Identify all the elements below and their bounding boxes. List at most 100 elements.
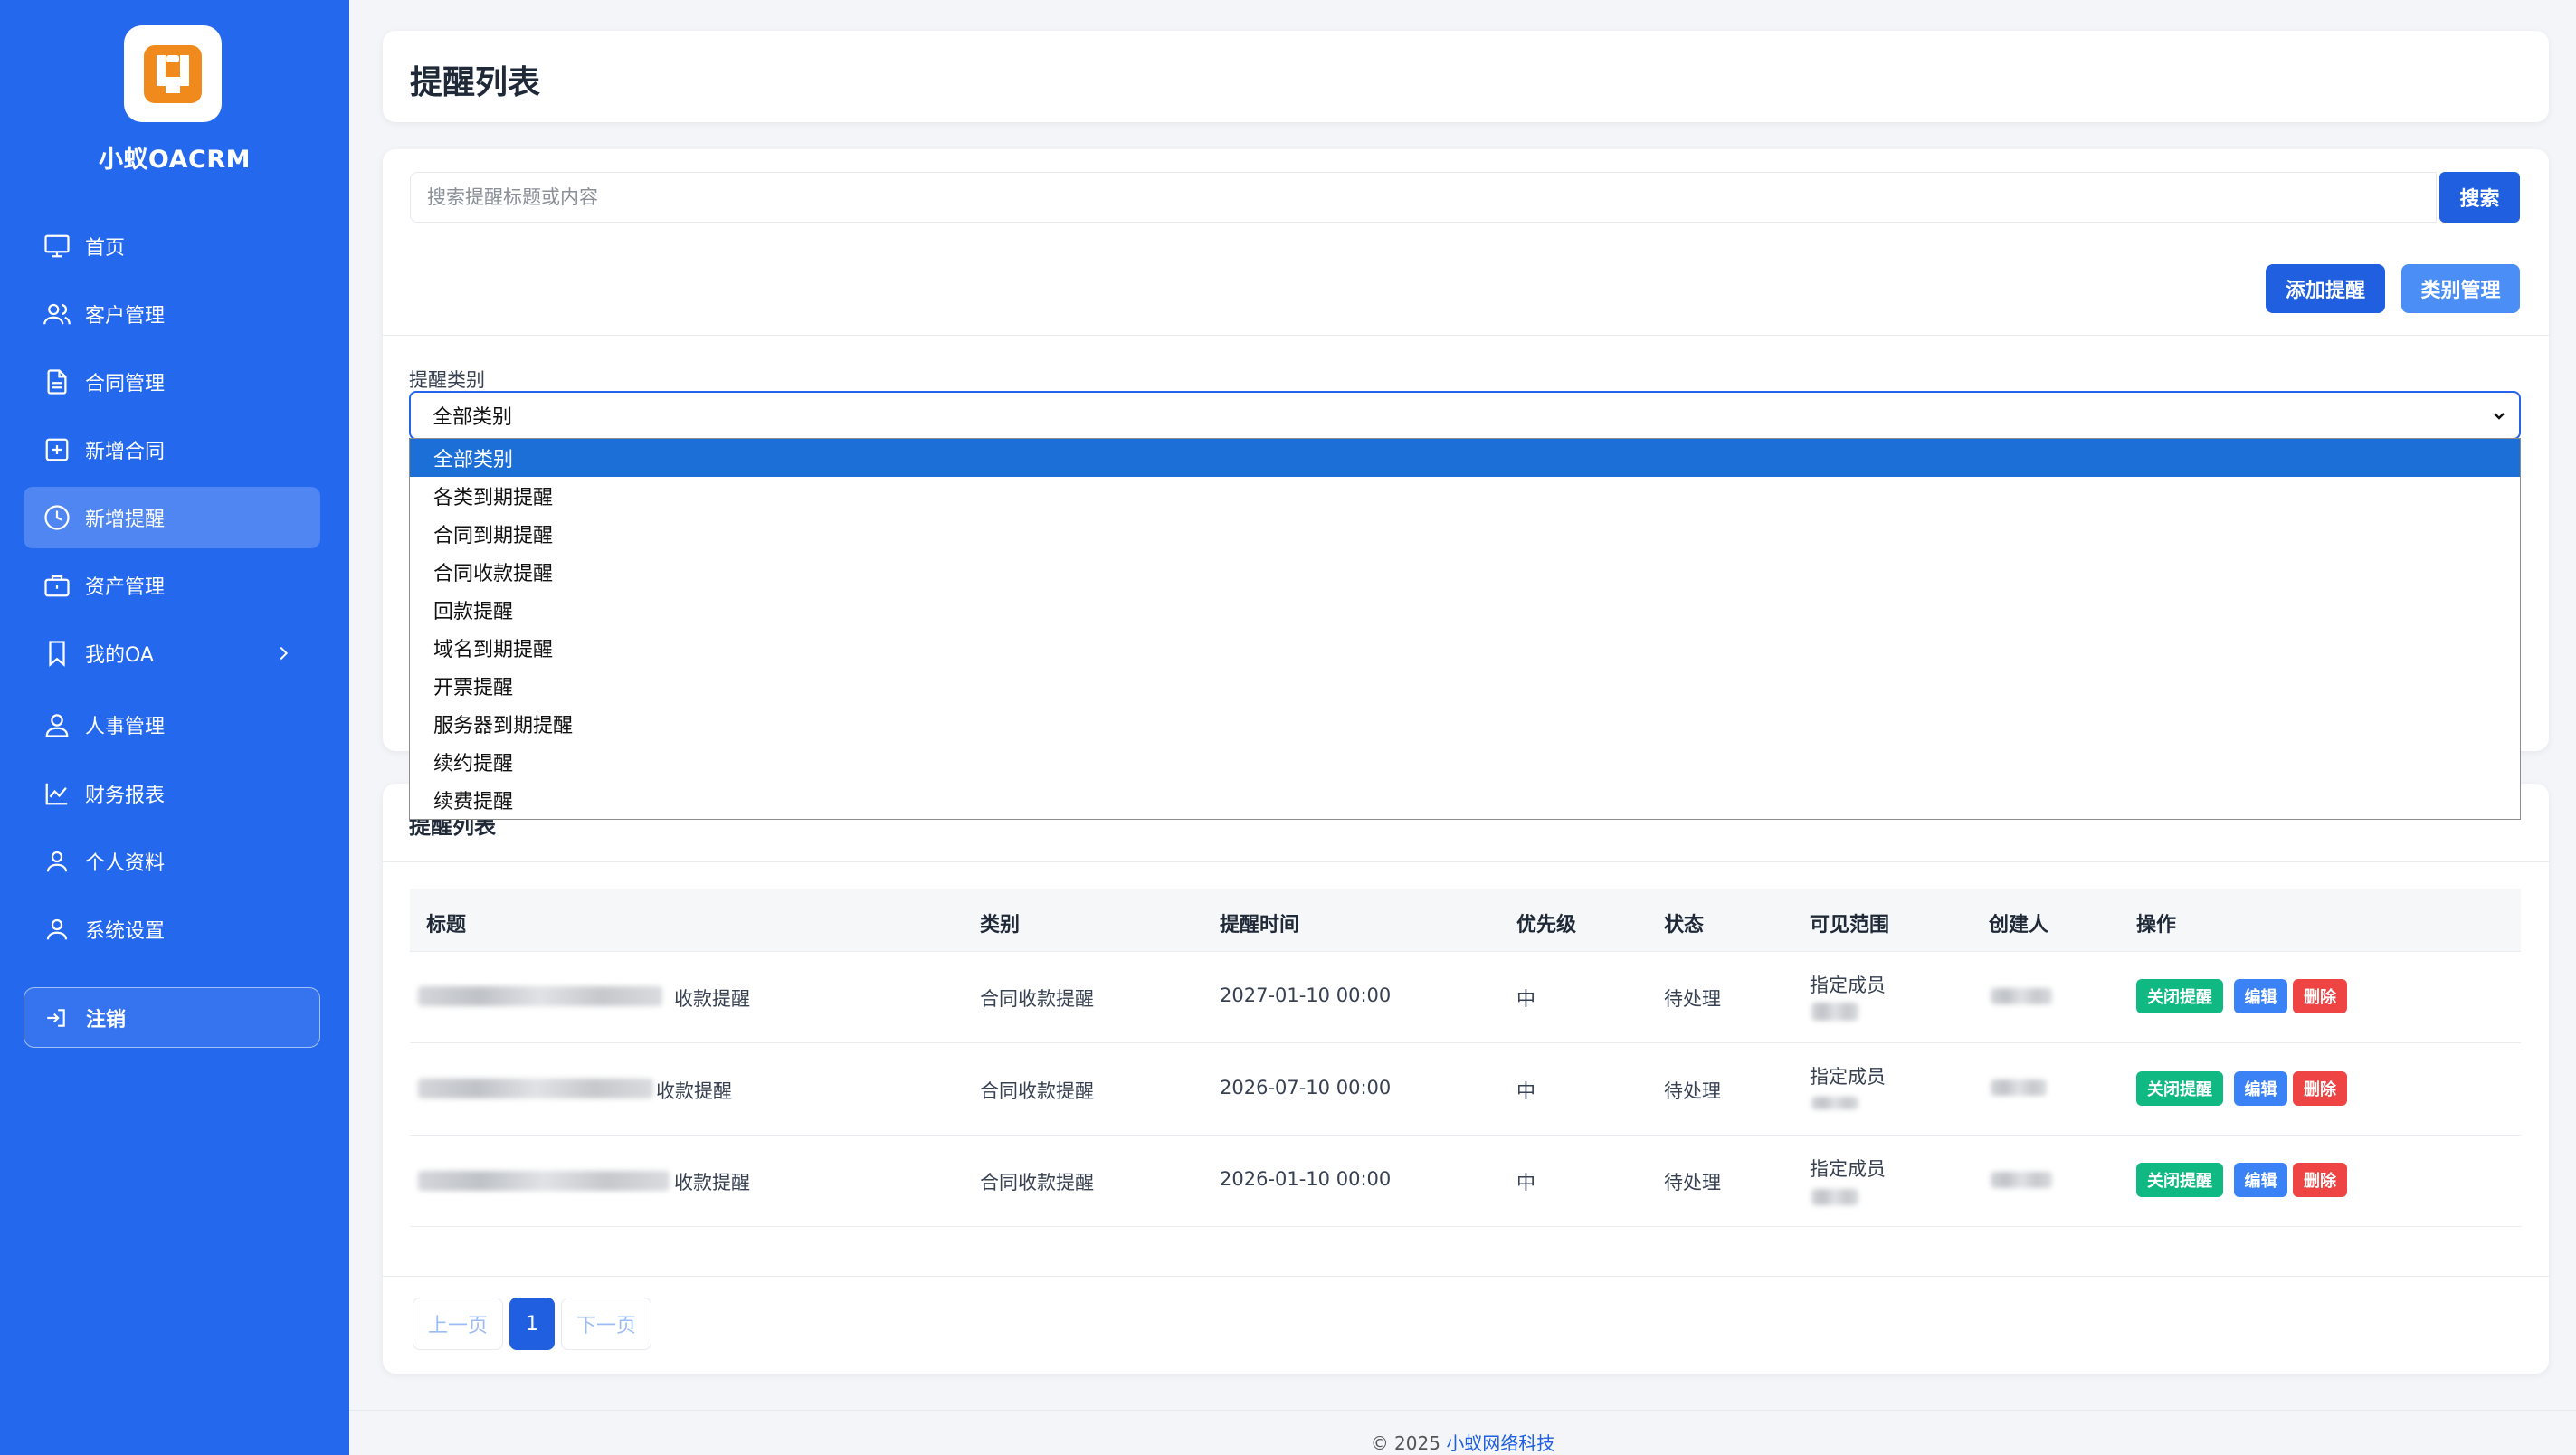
table-header	[410, 889, 2521, 952]
chart-icon	[45, 783, 68, 805]
divider	[383, 1276, 2549, 1277]
delete-button[interactable]: 删除	[2293, 1163, 2347, 1197]
category-option[interactable]: 合同到期提醒	[410, 515, 2520, 553]
sidebar-item-label: 客户管理	[85, 305, 166, 328]
chevron-down-icon	[2494, 413, 2505, 420]
search-button[interactable]: 搜索	[2439, 172, 2520, 223]
divider	[410, 1135, 2521, 1136]
category-option[interactable]: 合同收款提醒	[410, 553, 2520, 591]
column-header-category: 类别	[980, 914, 1021, 937]
logo-icon	[144, 44, 202, 103]
category-option[interactable]: 域名到期提醒	[410, 629, 2520, 667]
column-header-title: 标题	[426, 914, 467, 937]
sidebar-item-my-oa[interactable]: 我的OA	[24, 623, 320, 684]
sidebar-item-label: 人事管理	[85, 716, 166, 738]
column-header-status: 状态	[1664, 914, 1705, 937]
category-select[interactable]: 全部类别	[409, 391, 2521, 440]
sidebar-item-label: 个人资料	[85, 852, 166, 875]
category-option[interactable]: 续费提醒	[410, 781, 2520, 819]
bookmark-icon	[49, 641, 65, 667]
sidebar-item-customers[interactable]: 客户管理	[24, 283, 320, 345]
divider	[410, 1042, 2521, 1043]
category-filter-label: 提醒类别	[409, 369, 485, 391]
prev-page-button[interactable]: 上一页	[413, 1298, 503, 1350]
column-header-time: 提醒时间	[1220, 914, 1300, 937]
row-scope: 指定成员	[1810, 1066, 1886, 1088]
add-reminder-button[interactable]: 添加提醒	[2266, 264, 2385, 313]
redacted-creator	[1991, 1172, 2052, 1188]
sidebar-item-home[interactable]: 首页	[24, 215, 320, 277]
row-title: 收款提醒	[674, 1172, 750, 1193]
category-option[interactable]: 续约提醒	[410, 743, 2520, 781]
page-1-button[interactable]: 1	[509, 1298, 555, 1350]
edit-button[interactable]: 编辑	[2234, 1163, 2287, 1197]
footer: © 2025 小蚁网络科技	[349, 1410, 2576, 1455]
sidebar-item-finance[interactable]: 财务报表	[24, 763, 320, 824]
category-option[interactable]: 回款提醒	[410, 591, 2520, 629]
column-header-actions: 操作	[2136, 914, 2177, 937]
sidebar-item-hr[interactable]: 人事管理	[24, 694, 320, 756]
app-logo	[124, 25, 222, 122]
sidebar-item-label: 我的OA	[85, 644, 154, 667]
sidebar-item-label: 财务报表	[85, 785, 166, 807]
redacted-creator	[1991, 988, 2052, 1004]
category-option[interactable]: 服务器到期提醒	[410, 705, 2520, 743]
logout-button[interactable]: 注销	[24, 987, 320, 1048]
sidebar-item-label: 新增合同	[85, 441, 166, 463]
sidebar-item-label: 首页	[85, 237, 126, 260]
sidebar-item-label: 合同管理	[85, 373, 166, 395]
column-header-scope: 可见范围	[1810, 914, 1890, 937]
redacted-title	[418, 986, 662, 1006]
row-priority: 中	[1516, 988, 1535, 1010]
row-time: 2027-01-10 00:00	[1220, 984, 1392, 1006]
company-link[interactable]: 小蚁网络科技	[1446, 1432, 1554, 1454]
delete-button[interactable]: 删除	[2293, 979, 2347, 1013]
category-manage-button[interactable]: 类别管理	[2401, 264, 2520, 313]
document-icon	[47, 369, 67, 395]
search-input[interactable]	[410, 172, 2437, 223]
sidebar-item-settings[interactable]: 系统设置	[24, 899, 320, 960]
category-option[interactable]: 各类到期提醒	[410, 477, 2520, 515]
user-icon	[45, 714, 69, 737]
row-status: 待处理	[1664, 1080, 1721, 1102]
row-scope: 指定成员	[1810, 975, 1886, 996]
sidebar-item-add-contract[interactable]: 新增合同	[24, 419, 320, 480]
row-category: 合同收款提醒	[980, 1172, 1094, 1193]
sidebar-item-profile[interactable]: 个人资料	[24, 831, 320, 892]
next-page-button[interactable]: 下一页	[561, 1298, 651, 1350]
edit-button[interactable]: 编辑	[2234, 1071, 2287, 1106]
redacted-members	[1811, 1097, 1858, 1109]
redacted-creator	[1991, 1079, 2047, 1096]
edit-button[interactable]: 编辑	[2234, 979, 2287, 1013]
row-status: 待处理	[1664, 1172, 1721, 1193]
divider	[383, 335, 2549, 336]
page-header: 提醒列表	[383, 31, 2549, 122]
logout-icon	[47, 1008, 65, 1027]
category-option[interactable]: 开票提醒	[410, 667, 2520, 705]
redacted-title	[418, 1079, 653, 1098]
close-reminder-button[interactable]: 关闭提醒	[2136, 1071, 2223, 1106]
monitor-icon	[44, 234, 70, 258]
sidebar-item-add-reminder[interactable]: 新增提醒	[24, 487, 320, 548]
app-name: 小蚁OACRM	[98, 146, 252, 174]
row-status: 待处理	[1664, 988, 1721, 1010]
column-header-creator: 创建人	[1989, 914, 2049, 937]
sidebar-item-label: 新增提醒	[85, 509, 166, 531]
plus-square-icon	[45, 438, 69, 461]
sidebar-item-contracts[interactable]: 合同管理	[24, 351, 320, 413]
delete-button[interactable]: 删除	[2293, 1071, 2347, 1106]
close-reminder-button[interactable]: 关闭提醒	[2136, 1163, 2223, 1197]
category-option[interactable]: 全部类别	[410, 439, 2520, 477]
row-title: 收款提醒	[674, 988, 750, 1010]
sidebar-item-assets[interactable]: 资产管理	[24, 555, 320, 616]
sidebar-item-label: 系统设置	[85, 920, 166, 943]
row-time: 2026-01-10 00:00	[1220, 1168, 1392, 1190]
row-title: 收款提醒	[656, 1080, 732, 1102]
row-category: 合同收款提醒	[980, 988, 1094, 1010]
close-reminder-button[interactable]: 关闭提醒	[2136, 979, 2223, 1013]
column-header-priority: 优先级	[1516, 914, 1577, 937]
clock-icon	[44, 505, 70, 530]
chevron-right-icon	[280, 646, 289, 661]
redacted-members	[1811, 1003, 1858, 1021]
sidebar-item-label: 资产管理	[85, 576, 166, 599]
